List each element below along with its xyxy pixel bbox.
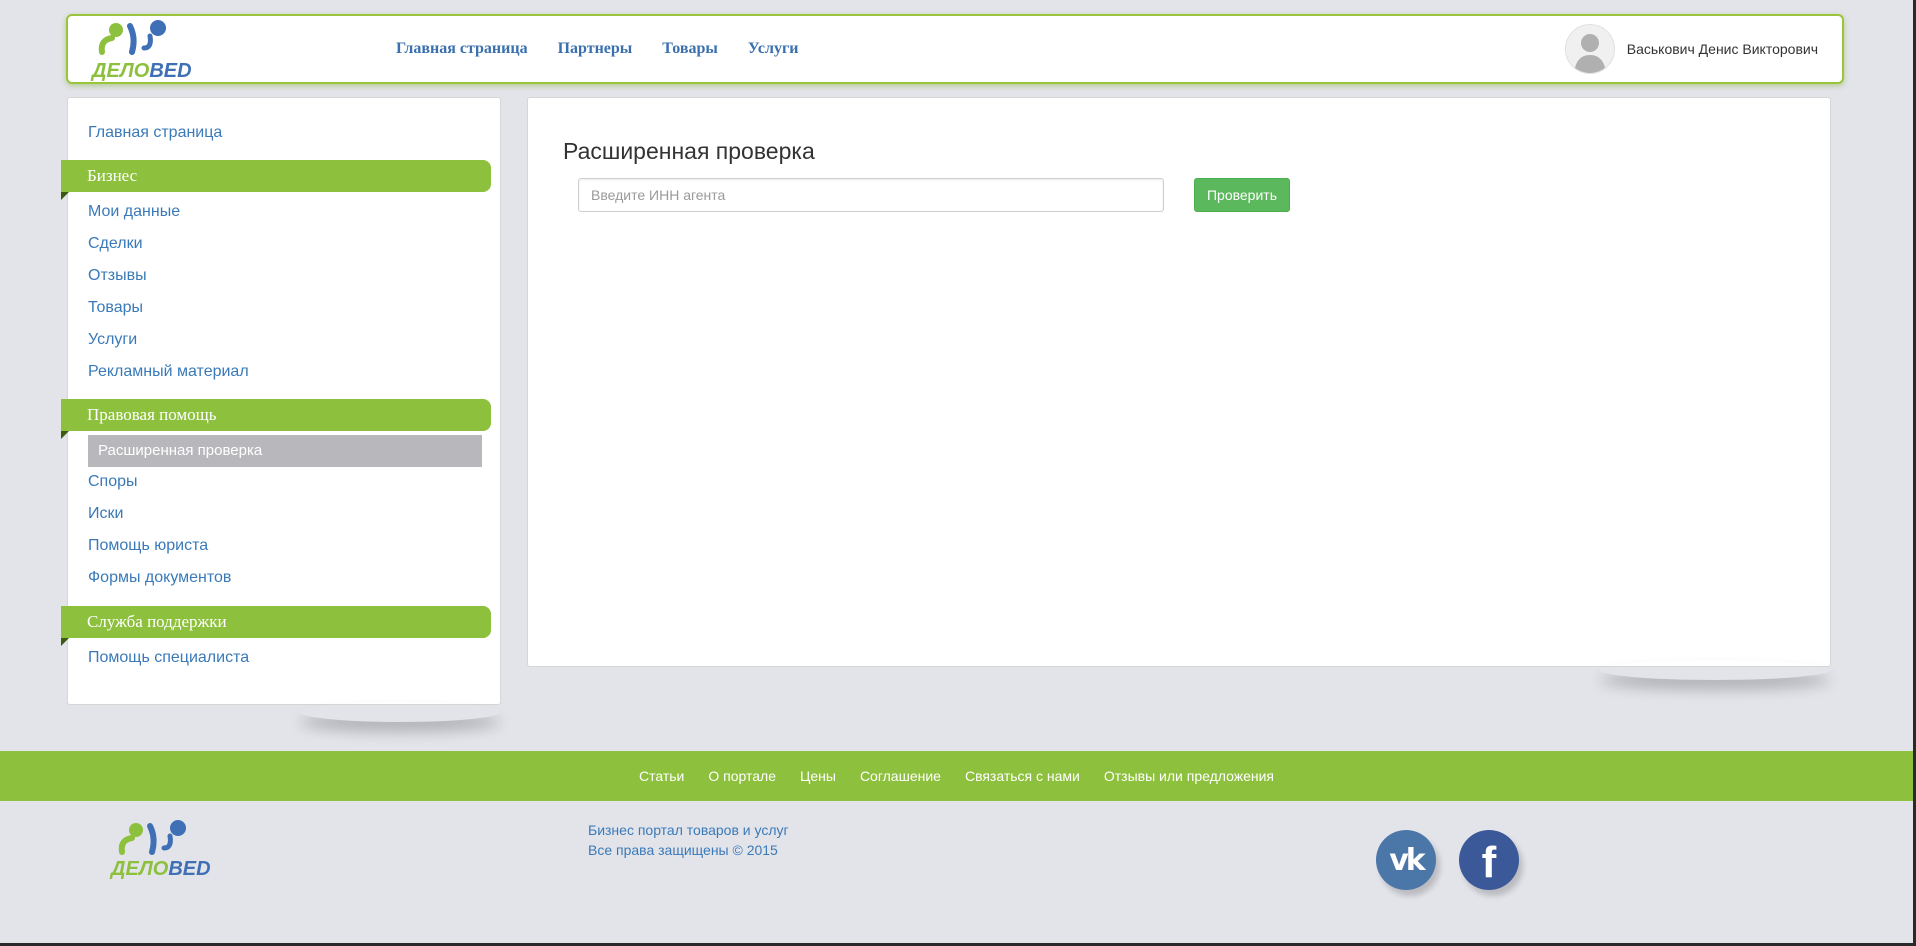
footer-logo[interactable]: ДЕЛОBED bbox=[108, 818, 218, 880]
sidebar-item-ad-material[interactable]: Рекламный материал bbox=[88, 363, 249, 381]
logo-wordmark: ДЕЛОBED bbox=[92, 60, 192, 82]
logo-wordmark: ДЕЛОBED bbox=[111, 858, 211, 880]
sidebar-item-services[interactable]: Услуги bbox=[88, 331, 137, 349]
sidebar-section-title: Служба поддержки bbox=[87, 612, 227, 631]
avatar[interactable] bbox=[1564, 24, 1615, 74]
sidebar-item-specialist-help[interactable]: Помощь специалиста bbox=[88, 649, 249, 667]
topnav-goods[interactable]: Товары bbox=[662, 40, 718, 58]
page-title: Расширенная проверка bbox=[563, 138, 815, 164]
sidebar-item-label: Расширенная проверка bbox=[98, 442, 263, 459]
footer-tagline: Бизнес портал товаров и услуг bbox=[588, 822, 789, 838]
vk-icon[interactable]: vk bbox=[1376, 830, 1436, 890]
top-header: ДЕЛОBED Главная страница Партнеры Товары… bbox=[66, 14, 1844, 84]
sidebar-item-lawyer-help[interactable]: Помощь юриста bbox=[88, 537, 208, 555]
footer-link-about[interactable]: О портале bbox=[708, 768, 776, 784]
inn-input[interactable] bbox=[578, 178, 1164, 212]
top-navigation: Главная страница Партнеры Товары Услуги bbox=[396, 40, 798, 58]
sidebar: Главная страница Бизнес Мои данные Сделк… bbox=[61, 97, 501, 705]
footer-info: Бизнес портал товаров и услуг Все права … bbox=[588, 820, 789, 860]
sidebar-section-business: Бизнес bbox=[61, 160, 491, 200]
topnav-partners[interactable]: Партнеры bbox=[558, 40, 633, 58]
logo-mark-icon bbox=[118, 820, 186, 855]
footer-nav: Статьи О портале Цены Соглашение Связать… bbox=[0, 751, 1913, 801]
footer-link-articles[interactable]: Статьи bbox=[639, 768, 684, 784]
user-silhouette-icon bbox=[1565, 25, 1614, 73]
user-profile[interactable]: Васькович Денис Викторович bbox=[1564, 24, 1818, 74]
sidebar-section-support: Служба поддержки bbox=[61, 606, 491, 646]
logo-mark-icon bbox=[98, 20, 166, 55]
main-panel-shadow bbox=[1600, 660, 1830, 680]
sidebar-item-claims[interactable]: Иски bbox=[88, 505, 123, 523]
main-panel: Расширенная проверка Проверить bbox=[527, 97, 1831, 667]
sidebar-item-my-data[interactable]: Мои данные bbox=[88, 203, 180, 221]
sidebar-item-document-forms[interactable]: Формы документов bbox=[88, 569, 231, 587]
check-button[interactable]: Проверить bbox=[1194, 178, 1290, 212]
facebook-icon[interactable]: f bbox=[1459, 830, 1519, 890]
user-name[interactable]: Васькович Денис Викторович bbox=[1627, 41, 1818, 57]
sidebar-section-title: Бизнес bbox=[87, 166, 138, 185]
vk-glyph: vk bbox=[1389, 842, 1426, 878]
footer-link-contact[interactable]: Связаться с нами bbox=[965, 768, 1080, 784]
sidebar-item-goods[interactable]: Товары bbox=[88, 299, 143, 317]
footer-link-feedback[interactable]: Отзывы или предложения bbox=[1104, 768, 1274, 784]
topnav-home[interactable]: Главная страница bbox=[396, 40, 528, 58]
sidebar-section-legal: Правовая помощь bbox=[61, 399, 491, 439]
facebook-glyph: f bbox=[1481, 838, 1497, 887]
topnav-services[interactable]: Услуги bbox=[748, 40, 799, 58]
sidebar-item-disputes[interactable]: Споры bbox=[88, 473, 138, 491]
sidebar-item-home[interactable]: Главная страница bbox=[88, 124, 222, 142]
footer-link-agreement[interactable]: Соглашение bbox=[860, 768, 941, 784]
site-logo[interactable]: ДЕЛОBED bbox=[92, 18, 202, 82]
sidebar-shadow bbox=[300, 702, 500, 722]
sidebar-item-reviews[interactable]: Отзывы bbox=[88, 267, 147, 285]
sidebar-item-extended-check[interactable]: Расширенная проверка bbox=[88, 435, 482, 467]
sidebar-item-deals[interactable]: Сделки bbox=[88, 235, 143, 253]
sidebar-section-title: Правовая помощь bbox=[87, 405, 217, 424]
footer-copyright: Все права защищены © 2015 bbox=[588, 842, 778, 858]
footer-link-prices[interactable]: Цены bbox=[800, 768, 836, 784]
